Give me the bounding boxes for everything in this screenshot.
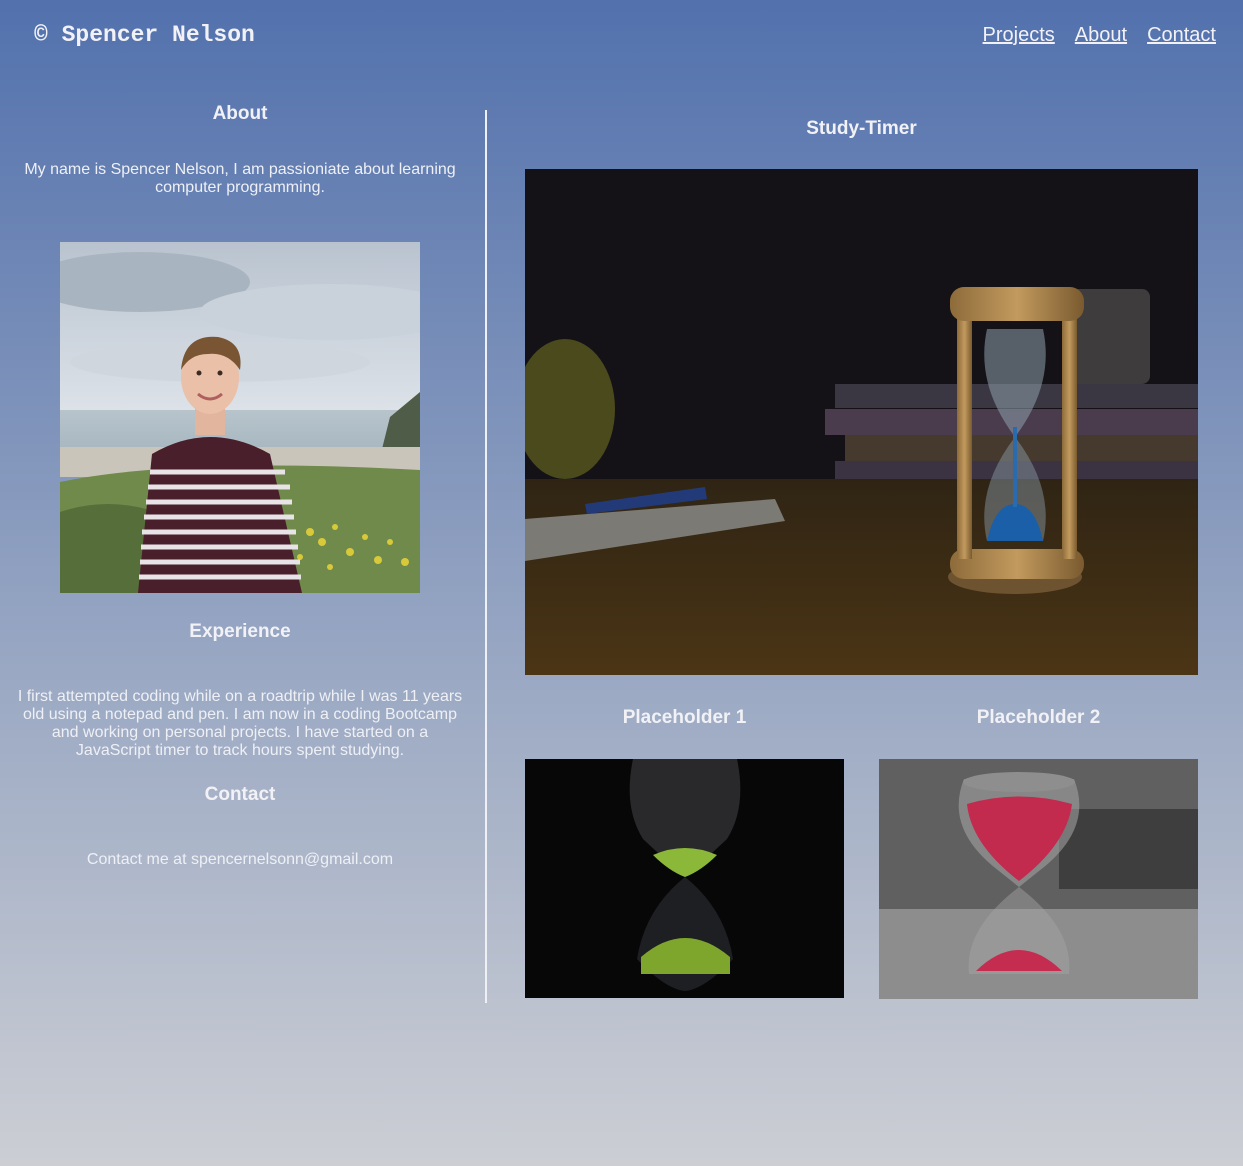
placeholder-2-image[interactable]: [879, 759, 1198, 999]
project-title-study-timer: Study-Timer: [806, 118, 917, 139]
nav-link-contact[interactable]: Contact: [1147, 24, 1216, 47]
about-column: About My name is Spencer Nelson, I am pa…: [0, 0, 480, 1166]
main-nav: Projects About Contact: [983, 24, 1216, 47]
about-heading: About: [212, 103, 268, 124]
column-divider: [485, 110, 487, 1003]
contact-text: Contact me at spencernelsonn@gmail.com: [86, 851, 394, 868]
project-title-placeholder-2: Placeholder 2: [976, 707, 1101, 728]
nav-link-projects[interactable]: Projects: [983, 24, 1055, 47]
experience-text: I first attempted coding while on a road…: [17, 688, 463, 759]
profile-photo: [60, 242, 420, 593]
experience-heading: Experience: [189, 621, 291, 642]
study-timer-image[interactable]: [525, 169, 1198, 675]
about-text: My name is Spencer Nelson, I am passioni…: [24, 161, 456, 196]
contact-heading: Contact: [204, 784, 276, 805]
nav-link-about[interactable]: About: [1075, 24, 1127, 47]
project-title-placeholder-1: Placeholder 1: [622, 707, 747, 728]
placeholder-1-image[interactable]: [525, 759, 844, 998]
